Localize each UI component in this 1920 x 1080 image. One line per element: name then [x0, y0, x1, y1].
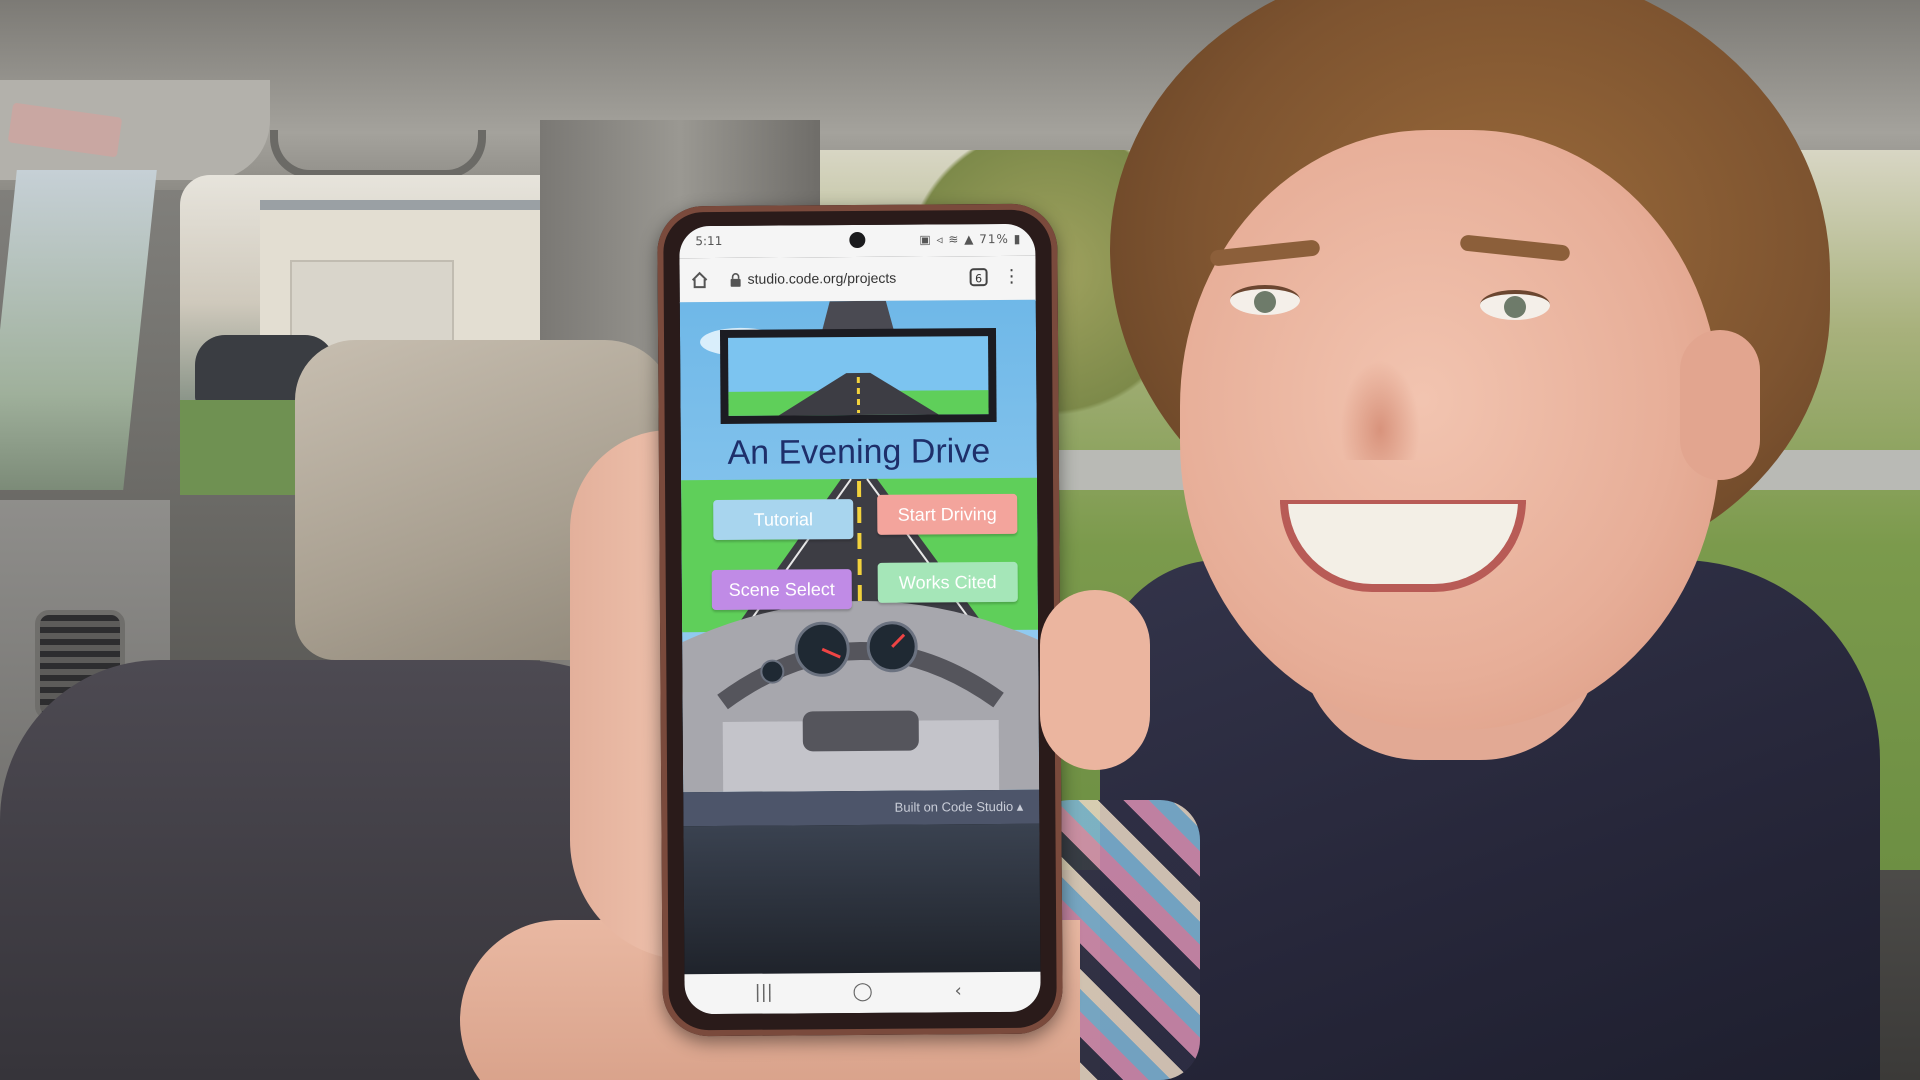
tutorial-button[interactable]: Tutorial — [713, 499, 854, 541]
phone-screen: 5:11 ▣ ◃ ≋ ▲ 71% ▮ studio.code.org/proje… — [679, 223, 1041, 1015]
home-icon[interactable] — [690, 270, 710, 290]
back-icon[interactable]: ‹ — [955, 980, 962, 1001]
front-camera — [849, 231, 866, 249]
front-window — [0, 170, 157, 490]
ear — [1680, 330, 1760, 480]
driving-scene — [681, 300, 1040, 793]
url-text[interactable]: studio.code.org/projects — [748, 270, 897, 287]
menu-icon[interactable]: ⋮ — [1002, 266, 1022, 288]
android-nav-bar: ||| ◯ ‹ — [684, 971, 1041, 1015]
right-eye — [1480, 290, 1550, 320]
browser-url-bar[interactable]: studio.code.org/projects 6 ⋮ — [679, 255, 1036, 304]
status-icons: ▣ ◃ ≋ ▲ 71% ▮ — [919, 231, 1022, 247]
app-canvas: An Evening Drive Tutorial Start Driving … — [679, 299, 1040, 793]
road-top — [821, 300, 894, 332]
code-studio-footer[interactable]: Built on Code Studio ▴ — [683, 789, 1040, 827]
speedometer-gauge — [794, 621, 850, 677]
footer-text[interactable]: Built on Code Studio ▴ — [895, 799, 1024, 816]
fuel-gauge — [760, 659, 785, 684]
app-title: An Evening Drive — [727, 432, 991, 472]
home-button-icon[interactable]: ◯ — [853, 981, 873, 1002]
page-background — [683, 823, 1041, 975]
photo-scene: 5:11 ▣ ◃ ≋ ▲ 71% ▮ studio.code.org/proje… — [0, 0, 1920, 1080]
thumb — [1040, 590, 1150, 770]
tabs-icon[interactable]: 6 — [969, 268, 988, 287]
works-cited-button[interactable]: Works Cited — [877, 561, 1018, 603]
face — [1180, 130, 1720, 730]
status-bar: 5:11 ▣ ◃ ≋ ▲ 71% ▮ — [679, 223, 1036, 259]
wheel-hub — [802, 710, 919, 752]
left-eye — [1230, 285, 1300, 315]
status-time: 5:11 — [695, 233, 723, 249]
scene-select-button[interactable]: Scene Select — [711, 569, 852, 611]
nose — [1340, 360, 1420, 460]
grab-handle — [270, 130, 486, 178]
smartphone: 5:11 ▣ ◃ ≋ ▲ 71% ▮ studio.code.org/proje… — [657, 203, 1063, 1037]
recent-apps-icon[interactable]: ||| — [755, 982, 773, 1003]
lock-icon — [730, 273, 741, 287]
start-driving-button[interactable]: Start Driving — [877, 493, 1018, 535]
